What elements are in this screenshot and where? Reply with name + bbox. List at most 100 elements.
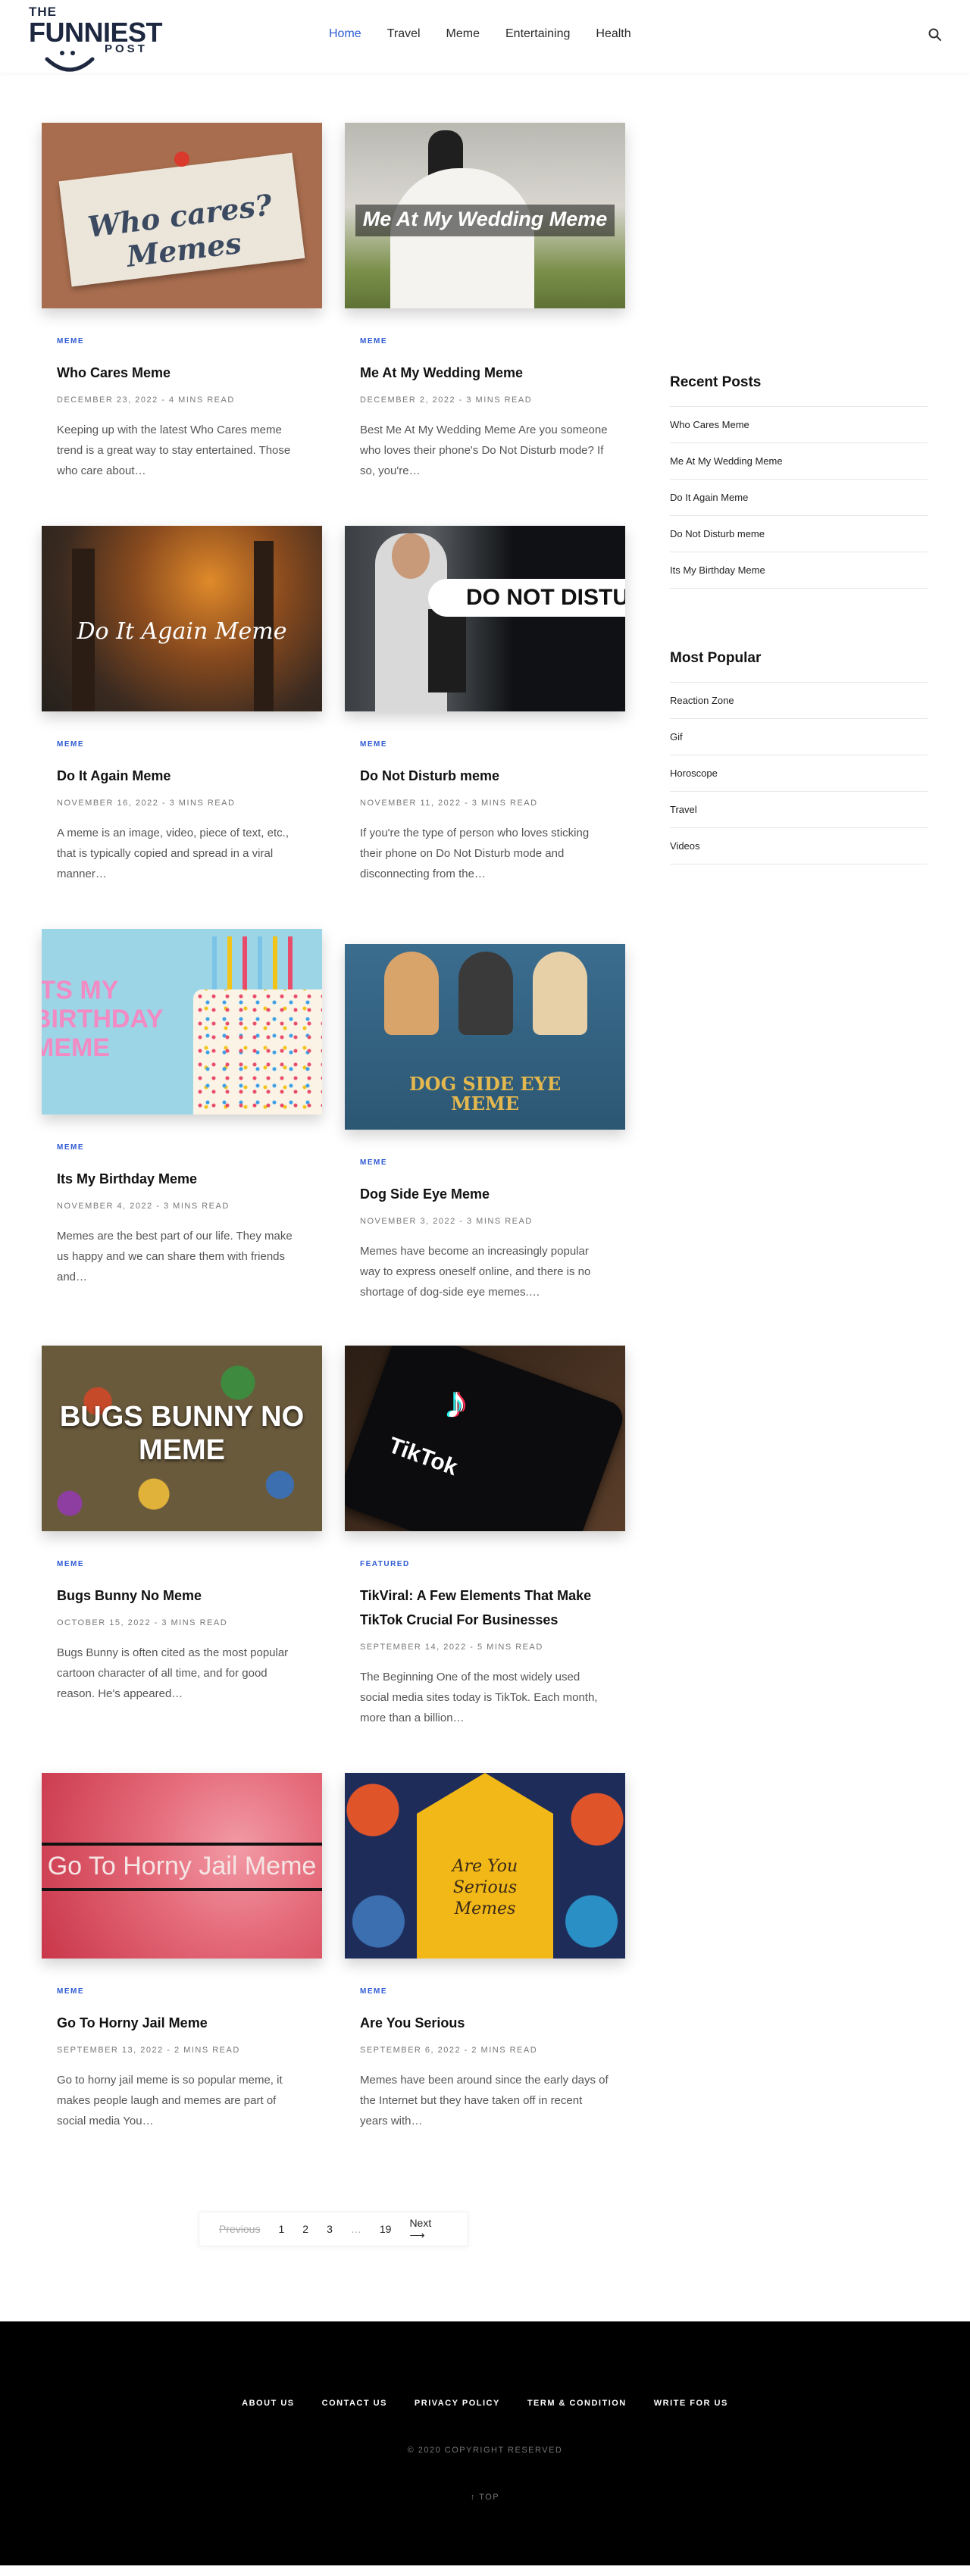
post-date: NOVEMBER 4, 2022 - 3 MINS READ [57,1202,230,1211]
pagination-page[interactable]: 3 [327,2223,333,2235]
post-excerpt: Memes have been around since the early d… [360,2074,609,2127]
post-card: BUGS BUNNY NO MEME MEME Bugs Bunny No Me… [42,1346,322,1704]
post-card: Do It Again Meme MEME Do It Again Meme N… [42,526,322,884]
post-card: DOG SIDE EYE MEME MEME Dog Side Eye Meme… [345,944,625,1302]
post-excerpt: Memes have become an increasingly popula… [360,1245,591,1299]
post-category[interactable]: MEME [57,1987,307,1996]
post-title[interactable]: Dog Side Eye Meme [360,1182,610,1206]
thumbnail-text: Are You Serious Memes [452,1857,518,1918]
smile-icon [45,51,95,72]
post-thumbnail[interactable]: BUGS BUNNY NO MEME [42,1346,322,1531]
footer-link-write[interactable]: WRITE FOR US [654,2399,728,2408]
post-title[interactable]: Do It Again Meme [57,764,307,788]
pagination-page[interactable]: 19 [380,2223,392,2235]
post-thumbnail[interactable]: ♪ TikTok [345,1346,625,1531]
tiktok-logo-icon: ♪ [445,1377,468,1427]
post-category[interactable]: MEME [360,1987,610,1996]
post-date: NOVEMBER 3, 2022 - 3 MINS READ [360,1217,533,1226]
post-thumbnail[interactable]: DOG SIDE EYE MEME [345,944,625,1130]
footer-link-contact[interactable]: CONTACT US [322,2399,387,2408]
back-to-top-link[interactable]: ↑ TOP [0,2493,970,2502]
post-thumbnail[interactable]: Me At My Wedding Meme [345,123,625,308]
recent-post-link[interactable]: Its My Birthday Meme [670,552,928,589]
nav-travel[interactable]: Travel [387,27,421,41]
logo-line-post: POST [105,42,148,55]
main-nav: Home Travel Meme Entertaining Health [329,27,657,41]
copyright-text: © 2020 COPYRIGHT RESERVED [407,2446,563,2455]
thumbnail-text: Me At My Wedding Meme [362,208,608,230]
post-category[interactable]: MEME [57,740,307,749]
post-excerpt: If you're the type of person who loves s… [360,827,590,880]
pagination-ellipsis: … [350,2223,361,2235]
post-card: Me At My Wedding Meme MEME Me At My Wedd… [345,123,625,481]
post-date: OCTOBER 15, 2022 - 3 MINS READ [57,1618,228,1627]
most-popular-widget: Most Popular Reaction Zone Gif Horoscope… [670,650,928,864]
post-thumbnail[interactable]: Are You Serious Memes [345,1773,625,1959]
post-title[interactable]: Me At My Wedding Meme [360,361,610,385]
site-logo[interactable]: THE FUNNIEST POST [29,3,163,73]
post-excerpt: Go to horny jail meme is so popular meme… [57,2074,283,2127]
nav-meme[interactable]: Meme [446,27,480,41]
post-category[interactable]: MEME [57,337,307,345]
post-date: DECEMBER 23, 2022 - 4 MINS READ [57,395,235,405]
pagination-next[interactable]: Next ⟶ [409,2217,449,2242]
post-category[interactable]: MEME [360,740,610,749]
footer-link-terms[interactable]: TERM & CONDITION [527,2399,627,2408]
post-category[interactable]: MEME [57,1560,307,1568]
post-thumbnail[interactable]: Who cares? Memes [42,123,322,308]
post-excerpt: The Beginning One of the most widely use… [360,1671,598,1724]
post-category[interactable]: FEATURED [360,1560,610,1568]
post-title[interactable]: Bugs Bunny No Meme [57,1583,307,1608]
post-card: Who cares? Memes MEME Who Cares Meme DEC… [42,123,322,481]
popular-link[interactable]: Reaction Zone [670,683,928,719]
post-thumbnail[interactable]: DO NOT DISTU [345,526,625,711]
footer-link-privacy[interactable]: PRIVACY POLICY [415,2399,500,2408]
pagination: Previous 1 2 3 … 19 Next ⟶ [199,2212,468,2246]
post-card: Go To Horny Jail Meme MEME Go To Horny J… [42,1773,322,2131]
post-category[interactable]: MEME [57,1143,307,1152]
recent-post-link[interactable]: Do Not Disturb meme [670,516,928,552]
post-category[interactable]: MEME [360,1158,610,1167]
post-title[interactable]: Do Not Disturb meme [360,764,610,788]
popular-link[interactable]: Videos [670,828,928,864]
thumbnail-text: DO NOT DISTU [466,585,625,610]
post-thumbnail[interactable]: Do It Again Meme [42,526,322,711]
popular-link[interactable]: Travel [670,792,928,828]
post-title[interactable]: Are You Serious [360,2011,610,2035]
post-card: Are You Serious Memes MEME Are You Serio… [345,1773,625,2131]
recent-posts-widget: Recent Posts Who Cares Meme Me At My Wed… [670,374,928,589]
popular-link[interactable]: Horoscope [670,755,928,792]
recent-post-link[interactable]: Who Cares Meme [670,407,928,443]
post-category[interactable]: MEME [360,337,610,345]
post-title[interactable]: Its My Birthday Meme [57,1167,307,1191]
post-title[interactable]: TikViral: A Few Elements That Make TikTo… [360,1583,610,1632]
nav-home[interactable]: Home [329,27,361,41]
nav-entertaining[interactable]: Entertaining [505,27,570,41]
footer-link-about[interactable]: ABOUT US [242,2399,294,2408]
post-excerpt: A meme is an image, video, piece of text… [57,827,289,880]
pagination-previous: Previous [219,2223,261,2235]
post-excerpt: Keeping up with the latest Who Cares mem… [57,424,291,477]
widget-title: Most Popular [670,650,928,683]
post-thumbnail[interactable]: Go To Horny Jail Meme [42,1773,322,1959]
nav-health[interactable]: Health [596,27,630,41]
post-date: NOVEMBER 11, 2022 - 3 MINS READ [360,799,538,808]
post-thumbnail[interactable]: ITS MY BIRTHDAY MEME [42,929,322,1114]
site-footer: ABOUT US CONTACT US PRIVACY POLICY TERM … [0,2321,970,2565]
post-title[interactable]: Go To Horny Jail Meme [57,2011,307,2035]
post-excerpt: Best Me At My Wedding Meme Are you someo… [360,424,608,477]
post-date: DECEMBER 2, 2022 - 3 MINS READ [360,395,533,405]
popular-link[interactable]: Gif [670,719,928,755]
post-card: DO NOT DISTU MEME Do Not Disturb meme NO… [345,526,625,884]
post-title[interactable]: Who Cares Meme [57,361,307,385]
thumbnail-text: Do It Again Meme [77,618,287,645]
pagination-page[interactable]: 2 [302,2223,308,2235]
pagination-page[interactable]: 1 [278,2223,284,2235]
search-icon[interactable] [928,27,943,42]
thumbnail-text: BUGS BUNNY NO MEME [59,1401,305,1466]
recent-post-link[interactable]: Do It Again Meme [670,480,928,516]
thumbnail-text: Go To Horny Jail Meme [47,1852,317,1880]
recent-post-link[interactable]: Me At My Wedding Meme [670,443,928,480]
post-date: SEPTEMBER 6, 2022 - 2 MINS READ [360,2046,538,2055]
thumbnail-text: DOG SIDE EYE MEME [408,1073,562,1114]
